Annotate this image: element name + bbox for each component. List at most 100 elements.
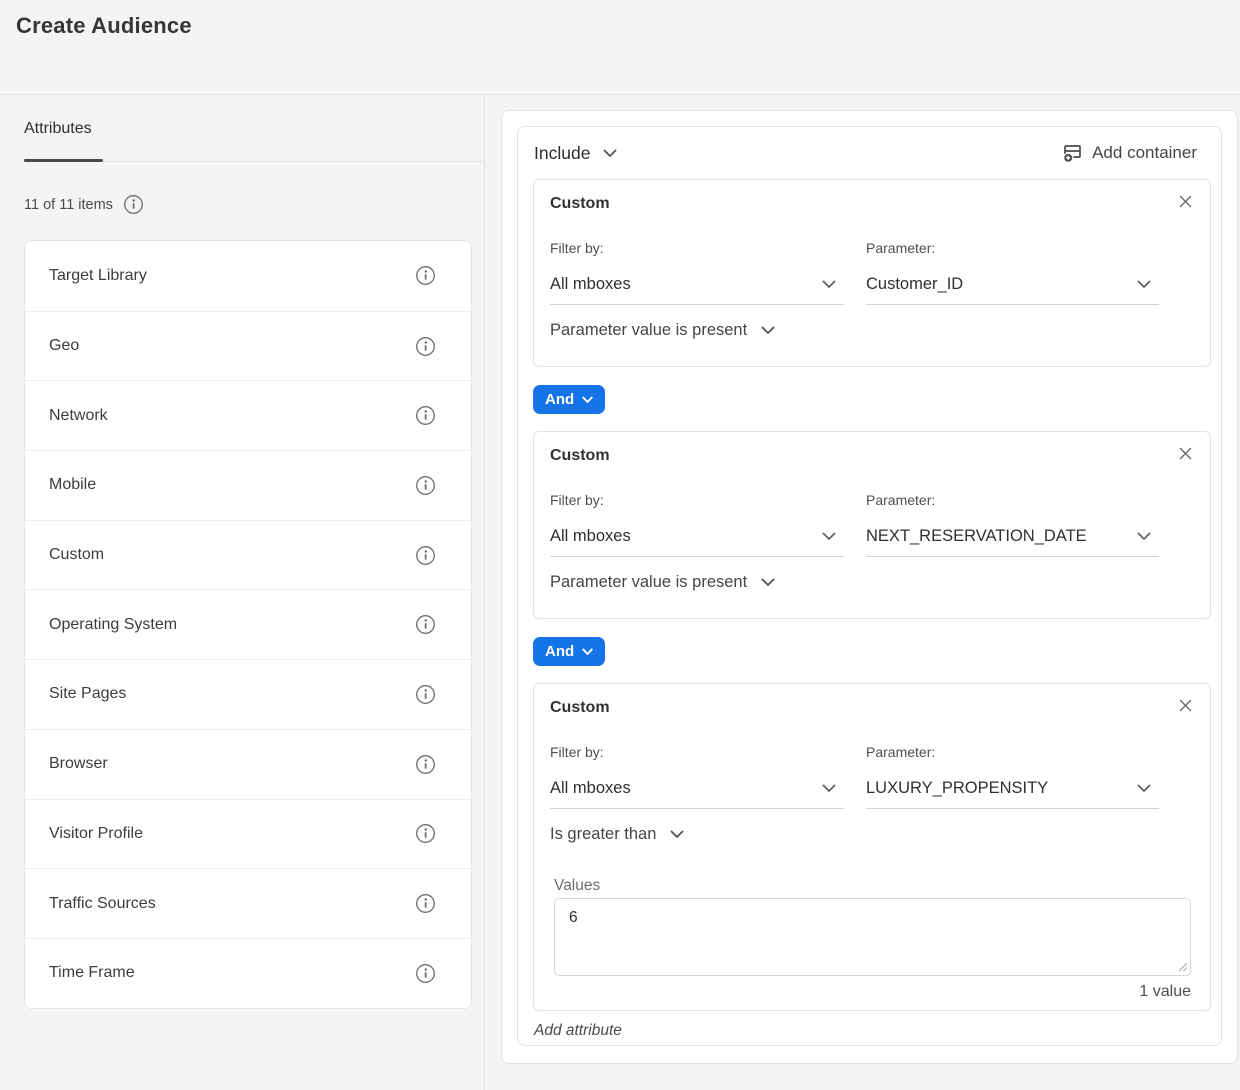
and-row-2: And [533, 637, 1221, 666]
attribute-label: Time Frame [49, 964, 135, 982]
attribute-label: Network [49, 407, 108, 425]
operator-dropdown[interactable]: Parameter value is present [550, 319, 775, 341]
condition-card-3: Custom Filter by: All mboxes Parameter: [533, 683, 1211, 1011]
include-combinator-value: Include [534, 143, 590, 164]
chevron-down-icon [761, 326, 775, 335]
and-label: And [545, 643, 574, 660]
attribute-list: Target Library Geo Network Mobile Custom… [24, 240, 472, 1009]
attribute-row-site-pages[interactable]: Site Pages [25, 659, 471, 729]
parameter-select[interactable]: NEXT_RESERVATION_DATE [866, 525, 1159, 557]
parameter-select[interactable]: LUXURY_PROPENSITY [866, 777, 1159, 809]
filter-by-select[interactable]: All mboxes [550, 273, 844, 305]
filter-by-label: Filter by: [550, 240, 844, 257]
include-combinator-dropdown[interactable]: Include [534, 143, 617, 164]
chevron-down-icon [1137, 532, 1151, 541]
parameter-value: Customer_ID [866, 273, 963, 295]
attribute-row-traffic-sources[interactable]: Traffic Sources [25, 868, 471, 938]
parameter-label: Parameter: [866, 240, 1159, 257]
chevron-down-icon [603, 149, 617, 158]
attribute-row-network[interactable]: Network [25, 380, 471, 450]
condition-card-2: Custom Filter by: All mboxes Parameter: [533, 431, 1211, 619]
attribute-label: Geo [49, 337, 79, 355]
and-row-1: And [533, 385, 1221, 414]
items-count-info-icon[interactable] [123, 194, 144, 215]
info-icon[interactable] [415, 963, 436, 984]
filter-by-label: Filter by: [550, 744, 844, 761]
filter-by-label: Filter by: [550, 492, 844, 509]
info-icon[interactable] [415, 823, 436, 844]
attribute-label: Custom [49, 546, 104, 564]
filter-by-select[interactable]: All mboxes [550, 525, 844, 557]
chevron-down-icon [822, 532, 836, 541]
info-icon[interactable] [415, 265, 436, 286]
attribute-label: Traffic Sources [49, 895, 156, 913]
filter-by-value: All mboxes [550, 777, 631, 799]
tab-attributes[interactable]: Attributes [24, 120, 92, 138]
include-header-row: Include Add container [518, 127, 1221, 179]
attribute-label: Browser [49, 755, 108, 773]
condition-card-title: Custom [550, 445, 610, 467]
info-icon[interactable] [415, 545, 436, 566]
chevron-down-icon [761, 578, 775, 587]
info-icon[interactable] [415, 405, 436, 426]
attribute-row-mobile[interactable]: Mobile [25, 450, 471, 520]
and-combinator-button[interactable]: And [533, 637, 605, 666]
info-icon[interactable] [415, 684, 436, 705]
values-label: Values [554, 877, 1191, 895]
attribute-row-visitor-profile[interactable]: Visitor Profile [25, 799, 471, 869]
attribute-row-custom[interactable]: Custom [25, 520, 471, 590]
chevron-down-icon [1137, 280, 1151, 289]
close-icon[interactable] [1177, 697, 1194, 714]
info-icon[interactable] [415, 475, 436, 496]
close-icon[interactable] [1177, 445, 1194, 462]
parameter-value: NEXT_RESERVATION_DATE [866, 525, 1087, 547]
include-container: Include Add container Custom Filter by: [517, 126, 1222, 1046]
parameter-select[interactable]: Customer_ID [866, 273, 1159, 305]
audience-builder-panel: Include Add container Custom Filter by: [501, 110, 1238, 1064]
operator-value: Parameter value is present [550, 571, 747, 593]
and-label: And [545, 391, 574, 408]
attribute-label: Target Library [49, 267, 147, 285]
attribute-row-browser[interactable]: Browser [25, 729, 471, 799]
chevron-down-icon [822, 280, 836, 289]
items-count-text: 11 of 11 items [24, 197, 113, 213]
info-icon[interactable] [415, 754, 436, 775]
attribute-row-time-frame[interactable]: Time Frame [25, 938, 471, 1008]
parameter-label: Parameter: [866, 492, 1159, 509]
attribute-label: Visitor Profile [49, 825, 143, 843]
close-icon[interactable] [1177, 193, 1194, 210]
add-attribute-button[interactable]: Add attribute [534, 1022, 622, 1040]
add-container-button[interactable]: Add container [1062, 143, 1197, 163]
condition-card-title: Custom [550, 697, 610, 719]
value-count-text: 1 value [554, 983, 1191, 1001]
chevron-down-icon [1137, 784, 1151, 793]
page-header: Create Audience [0, 0, 1240, 95]
info-icon[interactable] [415, 614, 436, 635]
values-block: Values 6 1 value [554, 877, 1191, 1001]
and-combinator-button[interactable]: And [533, 385, 605, 414]
add-container-label: Add container [1092, 143, 1197, 163]
attributes-panel: Attributes 11 of 11 items Target Library… [0, 96, 485, 1090]
values-input[interactable]: 6 [554, 898, 1191, 976]
attribute-row-operating-system[interactable]: Operating System [25, 589, 471, 659]
attribute-row-geo[interactable]: Geo [25, 311, 471, 381]
attribute-row-target-library[interactable]: Target Library [25, 241, 471, 311]
attribute-label: Site Pages [49, 685, 126, 703]
add-container-icon [1062, 144, 1083, 163]
operator-dropdown[interactable]: Parameter value is present [550, 571, 775, 593]
chevron-down-icon [582, 648, 593, 656]
operator-dropdown[interactable]: Is greater than [550, 823, 684, 845]
attribute-label: Operating System [49, 616, 177, 634]
filter-by-value: All mboxes [550, 273, 631, 295]
info-icon[interactable] [415, 336, 436, 357]
page-title: Create Audience [16, 13, 192, 39]
tab-active-indicator [24, 159, 103, 162]
chevron-down-icon [822, 784, 836, 793]
filter-by-select[interactable]: All mboxes [550, 777, 844, 809]
chevron-down-icon [582, 396, 593, 404]
parameter-value: LUXURY_PROPENSITY [866, 777, 1048, 799]
info-icon[interactable] [415, 893, 436, 914]
operator-value: Is greater than [550, 823, 656, 845]
condition-card-1: Custom Filter by: All mboxes Parameter: [533, 179, 1211, 367]
attribute-label: Mobile [49, 476, 96, 494]
